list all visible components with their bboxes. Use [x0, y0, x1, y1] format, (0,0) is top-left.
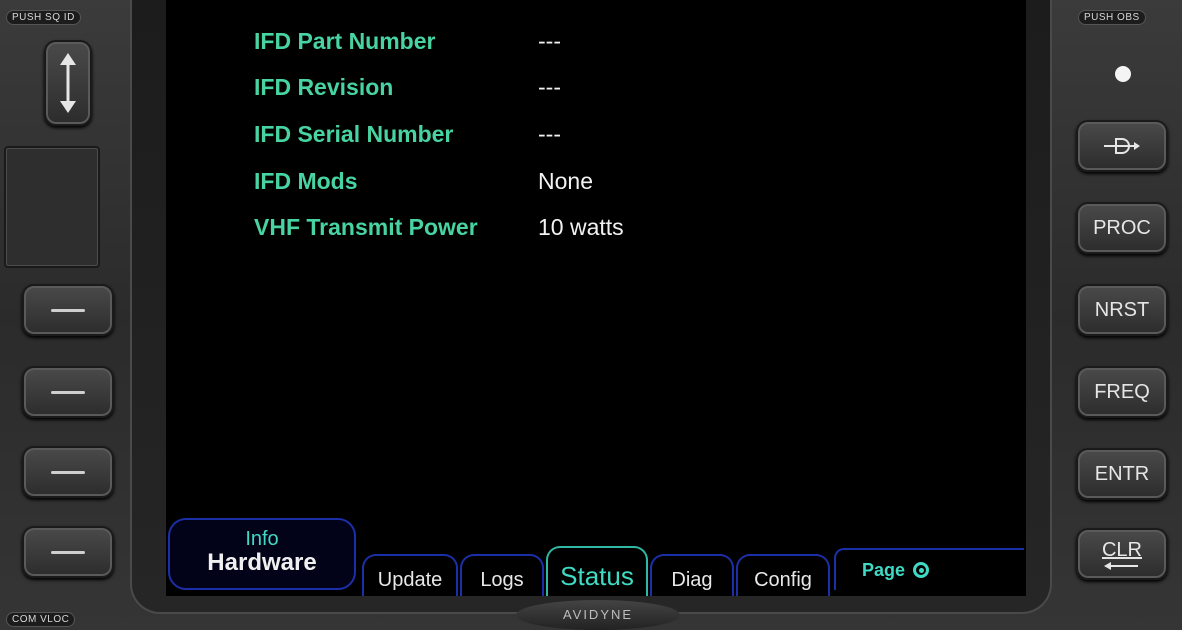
direct-to-button[interactable] [1076, 120, 1168, 172]
info-value-part-number: --- [538, 28, 561, 54]
page-knob-icon [913, 562, 930, 578]
info-label-serial-number: IFD Serial Number [254, 121, 454, 147]
tab-diag[interactable]: Diag [650, 554, 734, 596]
page-indicator[interactable]: Page [834, 548, 1024, 590]
page-group-name: Hardware [207, 549, 317, 576]
squawk-knob-button[interactable] [44, 40, 92, 126]
direct-to-icon [1104, 138, 1140, 154]
indicator-dot [1115, 66, 1131, 82]
clr-button[interactable]: CLR [1076, 528, 1168, 580]
entr-button[interactable]: ENTR [1076, 448, 1168, 500]
info-label-mods: IFD Mods [254, 168, 358, 194]
info-label-part-number: IFD Part Number [254, 28, 436, 54]
page-group-category: Info [245, 528, 279, 550]
line-select-key-1[interactable] [22, 284, 114, 336]
brand-logo: AVIDYNE [516, 600, 680, 630]
info-label-vhf-power: VHF Transmit Power [254, 214, 478, 240]
info-value-revision: --- [538, 74, 561, 100]
clr-label: CLR [1101, 538, 1142, 561]
info-label-revision: IFD Revision [254, 74, 394, 100]
page-label: Page [862, 559, 906, 580]
line-select-key-2[interactable] [22, 366, 114, 418]
info-value-mods: None [538, 168, 593, 194]
back-arrow-icon [1104, 561, 1138, 570]
info-value-serial-number: --- [538, 121, 561, 147]
tab-config[interactable]: Config [736, 554, 830, 596]
tab-update[interactable]: Update [362, 554, 458, 596]
line-select-key-4[interactable] [22, 526, 114, 578]
line-select-key-3[interactable] [22, 446, 114, 498]
knob-well [4, 146, 100, 268]
page-group-selector[interactable]: Info Hardware [168, 518, 356, 590]
push-sq-id-label: PUSH SQ ID [6, 10, 81, 25]
nrst-button[interactable]: NRST [1076, 284, 1168, 336]
tab-logs[interactable]: Logs [460, 554, 544, 596]
tab-status[interactable]: Status [546, 546, 648, 596]
proc-button[interactable]: PROC [1076, 202, 1168, 254]
double-arrow-icon [60, 53, 76, 113]
com-vloc-label: COM VLOC [6, 612, 76, 627]
info-value-vhf-power: 10 watts [538, 214, 624, 240]
push-obs-label: PUSH OBS [1078, 10, 1146, 25]
freq-button[interactable]: FREQ [1076, 366, 1168, 418]
